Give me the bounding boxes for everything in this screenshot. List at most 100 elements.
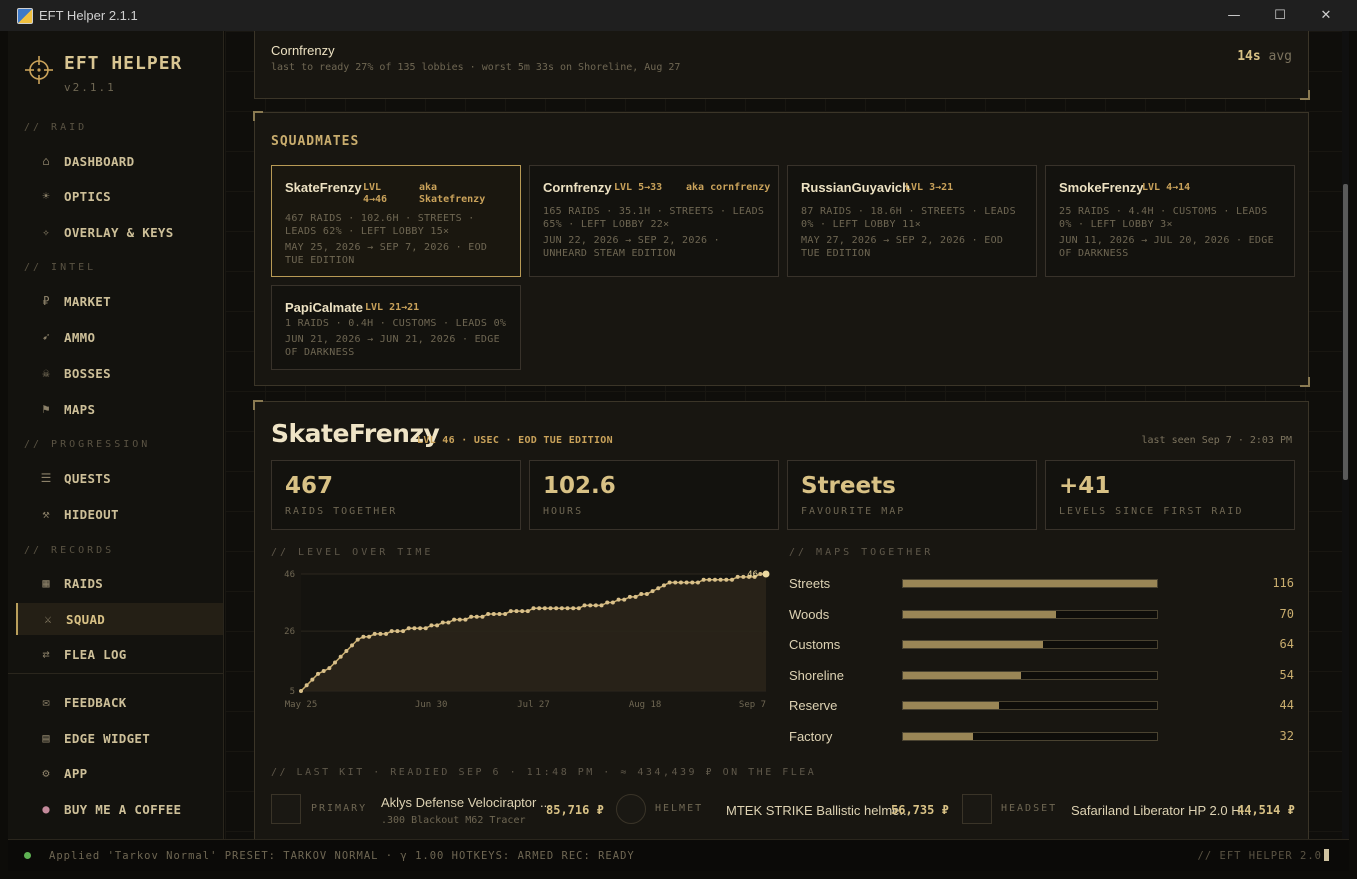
close-button[interactable]: ✕: [1303, 0, 1349, 31]
sidebar: EFT HELPER v2.1.1 // RAID ⌂ DASHBOARD ☀ OP…: [8, 31, 224, 839]
sidebar-item-label: RAIDS: [64, 575, 104, 591]
sidebar-divider: [8, 673, 224, 674]
stat-value: 467: [285, 473, 334, 499]
sidebar-item-app[interactable]: ⚙ APP: [16, 757, 223, 789]
kit-item-name[interactable]: Safariland Liberator HP 2.0 H...: [1071, 803, 1251, 818]
level-point: [367, 634, 372, 639]
squadmate-card[interactable]: Cornfrenzy LVL 5→33 aka cornfrenzy 165 R…: [529, 165, 779, 277]
sidebar-item-market[interactable]: ₽ MARKET: [16, 285, 223, 317]
app-version: v2.1.1: [64, 81, 116, 94]
sidebar-item-edge-widget[interactable]: ▤ EDGE WIDGET: [16, 722, 223, 754]
level-point: [735, 574, 740, 579]
minimize-button[interactable]: —: [1211, 0, 1257, 31]
level-point: [338, 654, 343, 659]
level-point: [542, 606, 547, 611]
sidebar-item-flea-log[interactable]: ⇄ FLEA LOG: [16, 638, 223, 670]
sidebar-item-quests[interactable]: ☰ QUESTS: [16, 462, 223, 494]
squadmate-card[interactable]: PapiCalmate LVL 21→21 1 RAIDS · 0.4H · C…: [271, 285, 521, 370]
level-point: [576, 606, 581, 611]
level-point: [463, 617, 468, 622]
level-point: [571, 606, 576, 611]
level-point: [389, 629, 394, 634]
level-point: [701, 577, 706, 582]
kit-item-name[interactable]: Aklys Defense Velociraptor ...: [381, 795, 551, 810]
corner-decoration: [1300, 90, 1310, 100]
lobby-detail: last to ready 27% of 135 lobbies · worst…: [271, 62, 681, 73]
level-point: [650, 589, 655, 594]
squadmate-card[interactable]: RussianGuyavich LVL 3→21 87 RAIDS · 18.6…: [787, 165, 1037, 277]
squadmate-dates: MAY 27, 2026 → SEP 2, 2026 · EOD TUE EDI…: [801, 235, 1004, 259]
map-name: Shoreline: [789, 668, 844, 683]
widget-icon: ▤: [42, 731, 50, 745]
level-point: [656, 586, 661, 591]
maps-heading: // MAPS TOGETHER: [789, 547, 934, 558]
level-point: [644, 591, 649, 596]
sidebar-item-label: OPTICS: [64, 188, 111, 204]
section-records: // RECORDS: [24, 545, 115, 556]
corner-decoration: [1300, 377, 1310, 387]
squadmate-level: LVL 4→46: [363, 182, 388, 205]
squadmate-level: LVL 4→14: [1142, 182, 1191, 193]
level-point: [605, 600, 610, 605]
skull-icon: ☠: [42, 366, 50, 380]
section-raid: // RAID: [24, 122, 88, 133]
tools-icon: ⚒: [42, 507, 50, 521]
sidebar-item-label: MAPS: [64, 401, 96, 417]
mail-icon: ✉: [42, 695, 50, 709]
sidebar-item-label: OVERLAY & KEYS: [64, 224, 174, 240]
corner-decoration: [253, 400, 263, 410]
sidebar-item-label: QUESTS: [64, 470, 111, 486]
crosshair-logo-icon: [25, 56, 53, 84]
sidebar-item-squad[interactable]: ⚔ SQUAD: [16, 603, 223, 635]
scrollbar-thumb[interactable]: [1343, 184, 1348, 480]
sidebar-item-maps[interactable]: ⚑ MAPS: [16, 393, 223, 425]
status-indicator-icon: [24, 852, 31, 859]
stat-label: HOURS: [543, 506, 584, 517]
squadmate-name: PapiCalmate: [285, 300, 364, 315]
squadmate-level: LVL 5→33: [614, 182, 663, 193]
level-point: [457, 617, 462, 622]
sidebar-item-overlay[interactable]: ✧ OVERLAY & KEYS: [16, 216, 223, 248]
sidebar-item-ammo[interactable]: ➹ AMMO: [16, 321, 223, 353]
sidebar-item-coffee[interactable]: ● BUY ME A COFFEE: [16, 793, 223, 825]
sidebar-item-dashboard[interactable]: ⌂ DASHBOARD: [16, 145, 223, 177]
map-bar: [902, 732, 1158, 741]
level-point: [372, 631, 377, 636]
squadmate-card[interactable]: SmokeFrenzy LVL 4→14 25 RAIDS · 4.4H · C…: [1045, 165, 1295, 277]
squadmate-stats: 165 RAIDS · 35.1H · STREETS · LEADS 65% …: [543, 206, 765, 230]
sidebar-item-feedback[interactable]: ✉ FEEDBACK: [16, 686, 223, 718]
level-point: [412, 626, 417, 631]
level-point: [491, 611, 496, 616]
sidebar-item-label: FLEA LOG: [64, 646, 127, 662]
squadmate-alias: aka cornfrenzy: [686, 182, 771, 193]
stat-raids-together: 467 RAIDS TOGETHER: [271, 460, 521, 530]
section-progression: // PROGRESSION: [24, 439, 151, 450]
stat-levels-gained: +41 LEVELS SINCE FIRST RAID: [1045, 460, 1295, 530]
level-point: [565, 606, 570, 611]
flag-icon: ⚑: [42, 402, 50, 416]
sidebar-item-hideout[interactable]: ⚒ HIDEOUT: [16, 498, 223, 530]
sidebar-item-optics[interactable]: ☀ OPTICS: [16, 180, 223, 212]
stat-label: RAIDS TOGETHER: [285, 506, 398, 517]
kit-slot-label: HELMET: [655, 803, 704, 814]
kit-item-name[interactable]: MTEK STRIKE Ballistic helme...: [726, 803, 910, 818]
level-point: [395, 629, 400, 634]
map-row: Shoreline 54: [789, 666, 1294, 686]
map-bar-fill: [903, 672, 1022, 679]
sidebar-item-label: AMMO: [64, 329, 96, 345]
level-point: [310, 677, 315, 682]
app-icon: [17, 7, 33, 24]
sidebar-item-bosses[interactable]: ☠ BOSSES: [16, 357, 223, 389]
y-tick-label: 46: [284, 570, 295, 580]
level-point: [762, 570, 770, 578]
sidebar-item-raids[interactable]: ▦ RAIDS: [16, 567, 223, 599]
swords-icon: ⚔: [44, 612, 52, 626]
level-point: [554, 606, 559, 611]
coffee-icon: ●: [42, 802, 50, 816]
squadmate-name: RussianGuyavich: [801, 180, 911, 195]
level-point: [469, 614, 474, 619]
squadmate-card[interactable]: SkateFrenzy LVL 4→46 aka Skatefrenzy 467…: [271, 165, 521, 277]
maximize-button[interactable]: ☐: [1257, 0, 1303, 31]
x-tick-label: Jul 27: [517, 700, 550, 710]
level-point: [712, 577, 717, 582]
